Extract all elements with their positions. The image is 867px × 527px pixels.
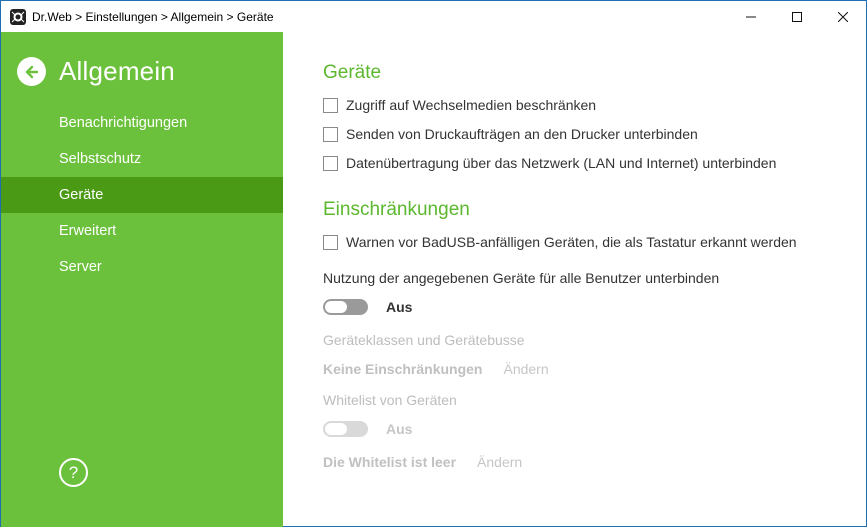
sidebar-nav: Benachrichtigungen Selbstschutz Geräte E…: [1, 105, 283, 285]
minimize-button[interactable]: [728, 1, 774, 32]
device-classes-value: Keine Einschränkungen: [323, 361, 483, 377]
whitelist-toggle-row: Aus: [323, 421, 412, 437]
close-button[interactable]: [820, 1, 866, 32]
help-button[interactable]: ?: [59, 458, 88, 487]
toggle-state-label: Aus: [386, 299, 413, 315]
option-label: Senden von Druckaufträgen an den Drucker…: [346, 126, 698, 142]
checkbox[interactable]: [323, 126, 338, 142]
option-removable-media[interactable]: Zugriff auf Wechselmedien beschränken: [323, 97, 596, 113]
checkbox[interactable]: [323, 97, 338, 113]
sidebar-item-advanced[interactable]: Erweitert: [1, 213, 283, 249]
window-title: Dr.Web > Einstellungen > Allgemein > Ger…: [32, 9, 274, 24]
option-label: Zugriff auf Wechselmedien beschränken: [346, 97, 597, 113]
whitelist-value: Die Whitelist ist leer: [323, 454, 457, 470]
device-classes-change-link[interactable]: Ändern: [503, 361, 548, 377]
toggle-knob: [325, 301, 347, 313]
help-icon: ?: [68, 462, 79, 482]
option-label: Warnen vor BadUSB-anfälligen Geräten, di…: [346, 234, 797, 250]
maximize-button[interactable]: [774, 1, 820, 32]
whitelist-toggle[interactable]: [323, 421, 368, 437]
whitelist-row: Die Whitelist ist leer Ändern: [323, 454, 522, 470]
close-icon: [838, 11, 848, 22]
sidebar-header: Allgemein: [17, 56, 175, 87]
option-network-transfer[interactable]: Datenübertragung über das Netzwerk (LAN …: [323, 155, 776, 171]
option-badusb-warning[interactable]: Warnen vor BadUSB-anfälligen Geräten, di…: [323, 234, 797, 250]
maximize-icon: [792, 11, 802, 22]
checkbox[interactable]: [323, 234, 338, 250]
arrow-left-icon: [25, 65, 38, 78]
whitelist-change-link[interactable]: Ändern: [477, 454, 522, 470]
sidebar-item-server[interactable]: Server: [1, 249, 283, 285]
whitelist-toggle-state-label: Aus: [386, 421, 413, 437]
sidebar-title: Allgemein: [59, 56, 175, 86]
app-window: Dr.Web > Einstellungen > Allgemein > Ger…: [0, 0, 867, 527]
whitelist-heading: Whitelist von Geräten: [323, 392, 457, 408]
minimize-icon: [746, 16, 756, 17]
main-content: Geräte Zugriff auf Wechselmedien beschrä…: [283, 32, 867, 527]
sidebar-item-self-protection[interactable]: Selbstschutz: [1, 141, 283, 177]
option-label: Datenübertragung über das Netzwerk (LAN …: [346, 155, 777, 171]
section-title-restrictions: Einschränkungen: [323, 199, 470, 220]
device-classes-row: Keine Einschränkungen Ändern: [323, 361, 549, 377]
back-button[interactable]: [17, 57, 46, 86]
sidebar-item-devices[interactable]: Geräte: [1, 177, 283, 213]
section-title-devices: Geräte: [323, 62, 382, 83]
block-all-users-label: Nutzung der angegebenen Geräte für alle …: [323, 270, 720, 286]
sidebar: Allgemein Benachrichtigungen Selbstschut…: [1, 32, 283, 527]
title-bar: Dr.Web > Einstellungen > Allgemein > Ger…: [1, 1, 866, 32]
toggle-knob: [325, 423, 347, 435]
option-print-jobs[interactable]: Senden von Druckaufträgen an den Drucker…: [323, 126, 698, 142]
window-controls: [728, 1, 866, 32]
block-all-users-toggle[interactable]: [323, 299, 368, 315]
block-all-users-toggle-row: Aus: [323, 299, 412, 315]
sidebar-item-notifications[interactable]: Benachrichtigungen: [1, 105, 283, 141]
drweb-spider-icon: [10, 8, 26, 25]
device-classes-heading: Geräteklassen und Gerätebusse: [323, 332, 525, 348]
checkbox[interactable]: [323, 155, 338, 171]
